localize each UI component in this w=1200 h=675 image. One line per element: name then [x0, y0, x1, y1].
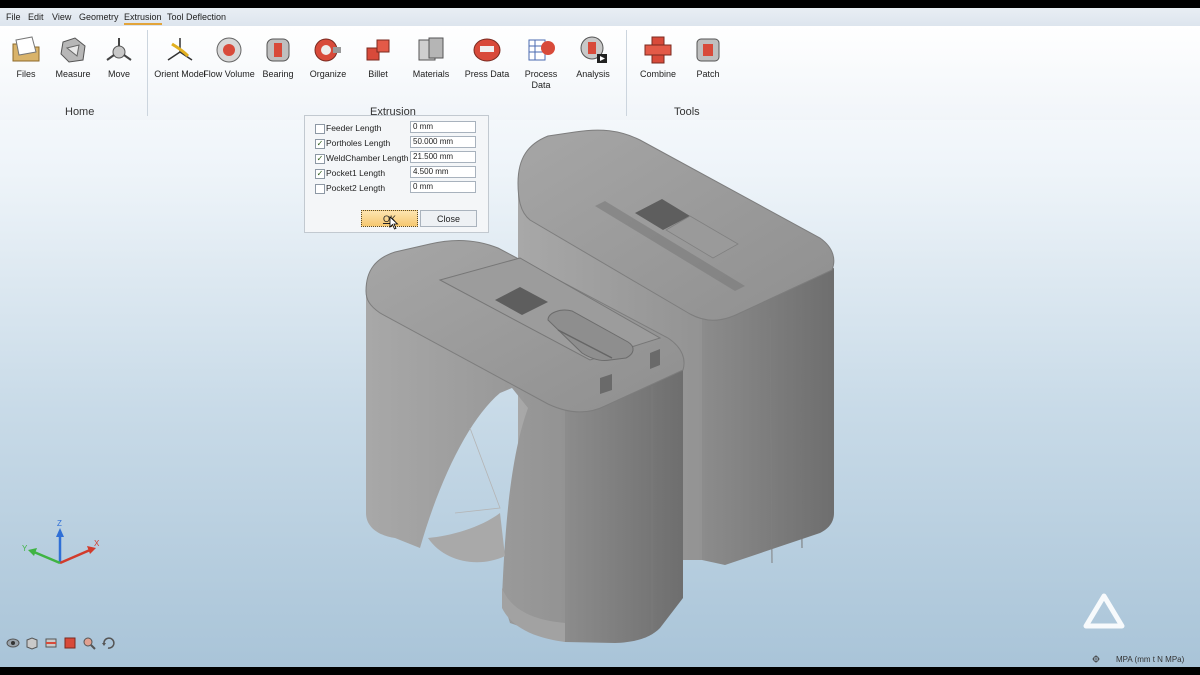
billet-button[interactable]: Billet: [351, 34, 405, 80]
flow-volume-button[interactable]: Flow Volume: [203, 34, 255, 80]
organize-label: Organize: [309, 69, 347, 79]
measure-icon: [60, 37, 86, 63]
menu-bar: File Edit View Geometry Extrusion Tool D…: [0, 8, 1200, 26]
process-data-label: Process Data: [524, 69, 558, 90]
crosshair-icon: [1092, 655, 1100, 663]
organize-button[interactable]: Organize: [301, 34, 355, 80]
portholes-length-input[interactable]: [410, 136, 476, 148]
bearing-label: Bearing: [262, 69, 294, 79]
folder-icon: [12, 36, 40, 62]
combine-button[interactable]: Combine: [631, 34, 685, 80]
view-solid-icon[interactable]: [63, 636, 77, 650]
patch-label: Patch: [696, 69, 720, 79]
pocket1-length-input[interactable]: [410, 166, 476, 178]
process-data-button[interactable]: Process Data: [514, 34, 568, 91]
feeder-length-input[interactable]: [410, 121, 476, 133]
menu-edit[interactable]: Edit: [28, 12, 44, 22]
portholes-length-checkbox[interactable]: ✓: [315, 139, 325, 149]
portholes-length-label: Portholes Length: [326, 138, 391, 148]
pocket-length-dialog: Feeder Length ✓ Portholes Length ✓ WeldC…: [304, 115, 489, 233]
ribbon-toolbar: Files Measure Move Home Orient Model Flo…: [0, 26, 1200, 120]
press-data-button[interactable]: Press Data: [460, 34, 514, 80]
patch-button[interactable]: Patch: [681, 34, 735, 80]
weldchamber-length-input[interactable]: [410, 151, 476, 163]
group-separator: [626, 30, 627, 116]
pocket2-length-checkbox[interactable]: [315, 184, 325, 194]
weldchamber-length-label: WeldChamber Length: [326, 153, 409, 163]
application-window: Z X Y File Edit View Geometry Extrusion …: [0, 8, 1200, 667]
flow-volume-icon: [216, 37, 242, 63]
tools-group-label: Tools: [674, 106, 700, 118]
feeder-length-label: Feeder Length: [326, 123, 382, 133]
home-group-label: Home: [65, 106, 95, 118]
analysis-label: Analysis: [576, 69, 610, 79]
menu-tool-deflection[interactable]: Tool Deflection: [167, 12, 226, 22]
move-label: Move: [107, 69, 130, 79]
menu-extrusion[interactable]: Extrusion: [124, 12, 162, 25]
analysis-icon: [580, 36, 607, 63]
move-button[interactable]: Move: [92, 34, 146, 80]
menu-file[interactable]: File: [6, 12, 21, 22]
view-section-icon[interactable]: [44, 636, 58, 650]
organize-icon: [314, 38, 341, 62]
zoom-icon[interactable]: [82, 636, 96, 650]
combine-icon: [644, 36, 672, 64]
patch-icon: [696, 38, 720, 62]
view-eye-icon[interactable]: [6, 636, 20, 650]
axis-triad: Z X Y: [22, 519, 100, 565]
axis-z-label: Z: [57, 519, 62, 528]
cursor-arrow-icon: [389, 216, 399, 230]
pocket1-length-checkbox[interactable]: ✓: [315, 169, 325, 179]
axis-x-label: X: [94, 539, 100, 548]
pocket2-length-label: Pocket2 Length: [326, 183, 386, 193]
pocket1-length-label: Pocket1 Length: [326, 168, 386, 178]
weldchamber-length-checkbox[interactable]: ✓: [315, 154, 325, 164]
combine-label: Combine: [639, 69, 677, 79]
close-button[interactable]: Close: [420, 210, 477, 227]
orient-model-label: Orient Model: [154, 69, 206, 79]
rotate-icon[interactable]: [101, 636, 115, 650]
app-logo: [1083, 593, 1125, 629]
analysis-button[interactable]: Analysis: [566, 34, 620, 80]
press-data-icon: [473, 38, 501, 62]
bearing-icon: [266, 38, 290, 62]
move-icon: [106, 38, 132, 61]
orient-model-button[interactable]: Orient Model: [152, 34, 208, 80]
bearing-button[interactable]: Bearing: [251, 34, 305, 80]
flow-volume-label: Flow Volume: [203, 69, 255, 79]
billet-icon: [366, 39, 390, 61]
feeder-length-checkbox[interactable]: [315, 124, 325, 134]
materials-button[interactable]: Materials: [404, 34, 458, 80]
billet-label: Billet: [368, 69, 388, 79]
axis-y-label: Y: [22, 544, 28, 553]
view-cube-icon[interactable]: [25, 636, 39, 650]
view-toolbar: [6, 636, 126, 650]
units-status[interactable]: MPA (mm t N MPa): [1116, 655, 1184, 664]
pocket2-length-input[interactable]: [410, 181, 476, 193]
press-data-label: Press Data: [464, 69, 510, 79]
menu-view[interactable]: View: [52, 12, 71, 22]
menu-geometry[interactable]: Geometry: [79, 12, 119, 22]
orient-axes-icon: [167, 38, 193, 61]
status-bar: MPA (mm t N MPa): [0, 649, 1200, 667]
process-data-icon: [528, 39, 555, 61]
materials-label: Materials: [412, 69, 450, 79]
group-separator: [147, 30, 148, 116]
materials-icon: [418, 37, 444, 61]
